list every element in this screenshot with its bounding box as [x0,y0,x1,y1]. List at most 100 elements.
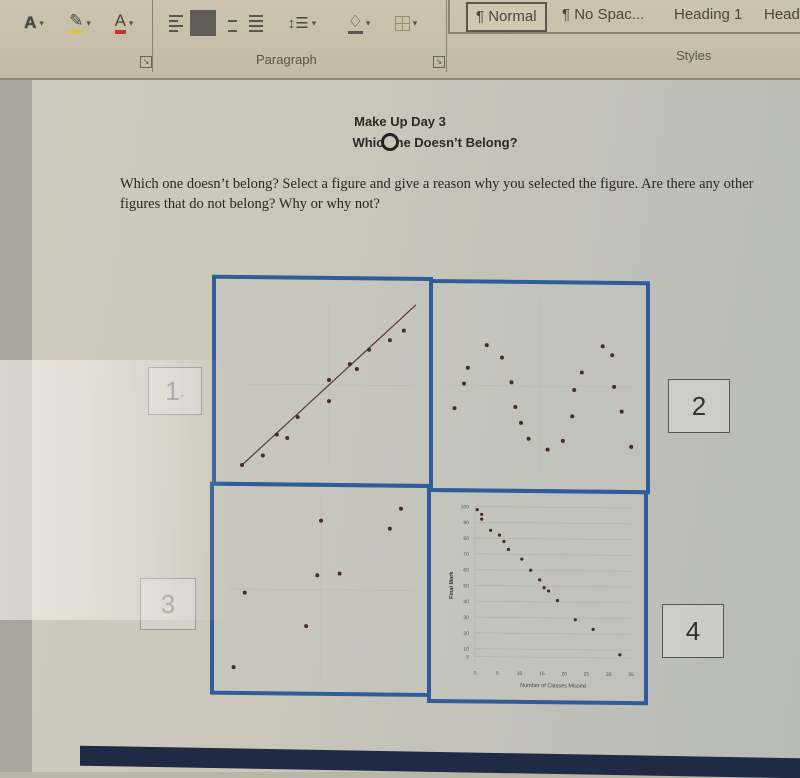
paragraph-group-label: Paragraph [256,52,317,67]
figure-grid: 5 10 20 30 40 50 60 70 80 90 100 0 5 10 15 20 25 30 35 Numb… [210,274,652,710]
data-point [242,590,247,595]
chevron-down-icon: ▾ [86,17,91,28]
data-point [260,453,265,458]
data-point [452,406,457,411]
chevron-down-icon: ▾ [412,17,418,28]
align-left-icon [169,14,183,32]
figure-2-plot [445,298,635,475]
x-tick-label: 15 [539,671,545,677]
x-tick-label: 35 [628,672,634,678]
style-no-spacing[interactable]: ¶ No Spac... [562,2,644,28]
label-box-4: 4 [662,604,724,658]
document-margin [0,80,36,772]
gridline [475,656,631,659]
text-effects-icon: A [24,13,37,32]
chevron-down-icon: ▾ [128,17,134,28]
data-point [231,665,236,670]
gridline [475,537,631,540]
data-point [480,512,484,517]
styles-group-label: Styles [676,48,712,63]
font-dialog-launcher[interactable]: ↘ [140,56,152,68]
data-point [475,508,479,512]
y-tick-label: 20 [463,631,469,637]
data-point [401,328,406,333]
data-point [509,380,514,385]
styles-gallery: ¶ Normal ¶ No Spac... Heading 1 Headi [462,2,800,32]
borders-button[interactable]: ▾ [386,10,426,36]
data-point [315,573,320,578]
gridline [475,506,631,509]
x-tick-label: 30 [606,672,612,678]
font-color-button[interactable]: A ▾ [104,10,144,36]
label-box-3: 3 [140,578,196,630]
data-point [612,384,617,389]
data-point [610,353,615,358]
y-tick-label: 10 [463,647,469,653]
y-tick-label: 50 [463,583,469,589]
data-point [295,414,300,419]
data-point [319,518,323,523]
align-center-button[interactable] [190,10,216,36]
group-divider [152,0,153,72]
data-point [327,378,331,383]
line-spacing-button[interactable]: ↕☰ ▾ [282,10,322,36]
data-point [591,627,595,631]
data-point [497,533,502,537]
style-heading-1[interactable]: Heading 1 [674,2,742,28]
data-point [529,568,533,572]
align-left-button[interactable] [166,10,186,36]
data-point [513,404,518,409]
y-tick-label: 40 [463,599,469,605]
paragraph-dialog-launcher[interactable]: ↘ [433,56,445,68]
text-effects-button[interactable]: A ▾ [14,10,54,36]
font-color-icon: A [114,12,126,34]
data-point [572,388,577,393]
data-point [542,586,546,590]
figure-1[interactable] [212,274,433,489]
y-tick-label: 70 [463,552,469,558]
justify-button[interactable] [246,10,266,36]
data-point [570,414,575,419]
data-point [519,420,523,425]
label-box-1: 1· [148,367,202,415]
figure-4[interactable]: 5 10 20 30 40 50 60 70 80 90 100 0 5 10 15 20 25 30 35 Numb… [427,487,648,706]
ribbon: A ▾ ✎ ▾ A ▾ ↘ ↕☰ ▾ ♢ ▾ ▾ Paragraph ↘ ¶ Normal… [0,0,800,80]
shading-button[interactable]: ♢ ▾ [338,10,380,36]
align-right-button[interactable] [220,10,240,36]
x-tick-label: 25 [584,672,590,678]
borders-icon [394,15,410,31]
data-point [600,344,605,349]
data-point [465,365,470,370]
gridline [475,553,631,556]
x-axis-label: Number of Classes Missed [520,683,586,690]
document-subtitle: Whic ne Doesn’t Belong? [0,133,800,151]
figure-3[interactable] [210,481,431,697]
label-1-mark: · [179,387,185,404]
style-normal[interactable]: ¶ Normal [466,2,547,32]
highlighter-icon: ✎ [69,12,84,34]
group-divider [446,0,447,72]
y-axis-label: Final Mark [449,571,455,599]
label-4: 4 [685,616,701,646]
y-tick-label: 100 [461,504,470,510]
align-right-icon [223,15,237,32]
gridline [475,569,631,572]
x-tick-label: 10 [517,671,523,677]
highlight-color-button[interactable]: ✎ ▾ [60,10,100,36]
subtitle-part-b: ne Doesn’t Belong? [395,135,518,150]
data-point [489,528,493,532]
data-point [274,432,279,437]
label-2: 2 [691,391,707,421]
data-point [555,598,560,603]
x-tick-label: 0 [474,670,477,676]
gridline [475,648,631,651]
data-point [619,409,624,414]
chevron-down-icon: ▾ [39,17,44,28]
data-point [387,526,392,531]
figure-2[interactable] [429,278,650,495]
data-point [500,355,504,360]
y-tick-label: 30 [463,615,469,621]
gridline [475,616,631,619]
data-point [629,444,634,449]
style-heading-2[interactable]: Headi [764,2,800,28]
